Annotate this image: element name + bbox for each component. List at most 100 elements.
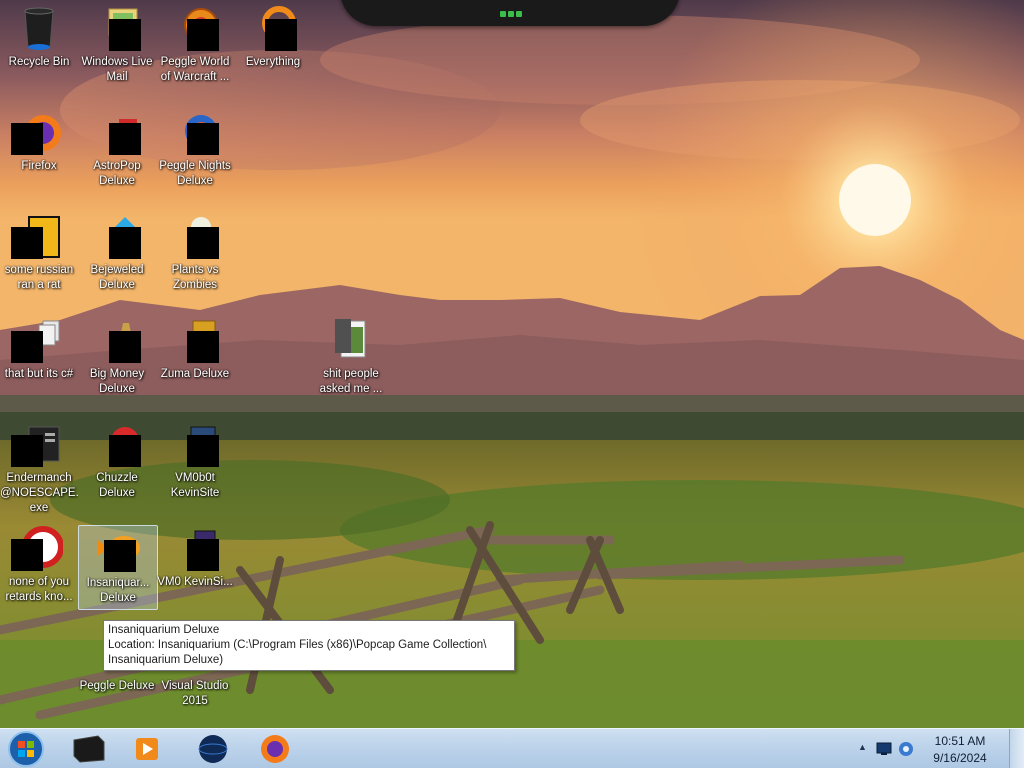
redaction-box: [11, 435, 43, 467]
start-button[interactable]: [6, 730, 46, 768]
desktop-icon-peggle-nights[interactable]: Peggle Nights Deluxe: [156, 109, 234, 189]
desktop-icon-stacked-files[interactable]: that but its c#: [0, 317, 78, 382]
terminal-icon: [73, 735, 105, 763]
redaction-box: [104, 540, 136, 572]
plants-vs-zombies-icon: [171, 213, 219, 261]
desktop-icon-firefox[interactable]: Firefox: [0, 109, 78, 174]
zuma-icon: [171, 317, 219, 365]
taskbar-pinned-media-player[interactable]: [124, 732, 170, 766]
redaction-box: [11, 331, 43, 363]
desktop-icon-label: AstroPop Deluxe: [93, 160, 141, 187]
desktop-icon-label: none of you retards kno...: [5, 576, 73, 603]
clock-date[interactable]: 9/16/2024: [920, 751, 1000, 765]
desktop-icon-label: Peggle World of Warcraft ...: [160, 56, 230, 83]
redaction-box: [11, 123, 43, 155]
vm-shortcut-icon: [171, 421, 219, 469]
script-file-icon: [11, 213, 63, 261]
desktop-gadget-bar[interactable]: [340, 0, 680, 26]
windows-logo-icon: [8, 731, 44, 767]
desktop-icon-script-file[interactable]: some russian ran a rat: [0, 213, 78, 293]
redaction-box: [187, 19, 219, 51]
redaction-box: [187, 435, 219, 467]
desktop-icon-everything[interactable]: Everything: [234, 5, 312, 70]
desktop[interactable]: Recycle Bin Windows Live Mail Peggle Wor…: [0, 0, 1024, 768]
desktop-icon-label: Zuma Deluxe: [160, 368, 230, 380]
desktop-icon-plants-vs-zombies[interactable]: Plants vs Zombies: [156, 213, 234, 293]
desktop-icon-label: some russian ran a rat: [4, 264, 74, 291]
desktop-icon-folder[interactable]: shit people asked me ...: [312, 317, 390, 397]
taskbar-pinned-terminal[interactable]: [66, 732, 112, 766]
desktop-icon-label: Windows Live Mail: [81, 56, 153, 83]
desktop-icon-label: Bejeweled Deluxe: [90, 264, 144, 291]
desktop-icon-bejeweled[interactable]: Bejeweled Deluxe: [78, 213, 156, 293]
tooltip-location-cont: Insaniquarium Deluxe): [108, 654, 224, 666]
taskbar-pinned-firefox[interactable]: [252, 732, 298, 766]
tooltip-location: Location: Insaniquarium (C:\Program File…: [108, 639, 487, 651]
folder-icon: [327, 317, 375, 365]
desktop-icon-vm-shortcut-2[interactable]: VM0 KevinSi...: [156, 525, 234, 590]
network-icon[interactable]: [898, 741, 914, 762]
redaction-box: [265, 19, 297, 51]
redaction-box: [11, 227, 43, 259]
gadget-indicator-icon: [500, 4, 524, 17]
desktop-icon-label: Insaniquar... Deluxe: [86, 577, 150, 604]
redaction-box: [11, 539, 43, 571]
desktop-icon-label: Plants vs Zombies: [171, 264, 219, 291]
desktop-icon-label: Firefox: [21, 160, 57, 172]
tooltip-title: Insaniquarium Deluxe: [108, 624, 220, 636]
vm-shortcut-icon: [171, 525, 219, 573]
desktop-icon-label: Peggle Deluxe: [79, 680, 155, 692]
desktop-icon-label: Recycle Bin: [8, 56, 70, 68]
red-circle-icon: [11, 525, 64, 573]
show-hidden-icons-button[interactable]: ▲: [858, 742, 867, 752]
mail-icon: [93, 5, 141, 53]
desktop-icon-label: Big Money Deluxe: [89, 368, 145, 395]
chuzzle-icon: [93, 421, 141, 469]
desktop-icon-recycle-bin[interactable]: Recycle Bin: [0, 5, 78, 70]
bejeweled-icon: [93, 213, 141, 261]
desktop-icon-peggle-wow[interactable]: Peggle World of Warcraft ...: [156, 5, 234, 85]
taskbar: ▲ 10:51 AM 9/16/2024: [0, 728, 1024, 768]
everything-search-icon: [249, 5, 297, 53]
astropop-icon: [93, 109, 141, 157]
firefox-icon: [11, 109, 63, 157]
big-money-icon: [93, 317, 141, 365]
desktop-icon-zuma[interactable]: Zuma Deluxe: [156, 317, 234, 382]
icon-tooltip: Insaniquarium Deluxe Location: Insaniqua…: [103, 620, 515, 671]
peggle-wow-icon: [171, 5, 219, 53]
desktop-icon-label: Visual Studio 2015: [161, 680, 229, 707]
desktop-icon-label: shit people asked me ...: [319, 368, 383, 395]
redaction-box: [109, 435, 141, 467]
desktop-icon-astropop[interactable]: AstroPop Deluxe: [78, 109, 156, 189]
desktop-icon-label: that but its c#: [4, 368, 74, 380]
monitor-icon[interactable]: [876, 742, 892, 761]
redaction-box: [187, 227, 219, 259]
desktop-icon-label: VM0b0t KevinSite: [170, 472, 220, 499]
desktop-icon-windows-live-mail[interactable]: Windows Live Mail: [78, 5, 156, 85]
desktop-icon-vm-shortcut[interactable]: VM0b0t KevinSite: [156, 421, 234, 501]
redaction-box: [187, 539, 219, 571]
desktop-icon-label: Endermanch @NOESCAPE. exe: [0, 472, 78, 514]
recycle-bin-icon: [15, 5, 63, 53]
insaniquarium-fish-icon: [94, 526, 142, 574]
desktop-icon-label: VM0 KevinSi...: [157, 576, 233, 588]
desktop-icon-executable[interactable]: Endermanch @NOESCAPE. exe: [0, 421, 78, 516]
redaction-box: [187, 331, 219, 363]
taskbar-pinned-globe[interactable]: [190, 732, 236, 766]
desktop-icon-big-money[interactable]: Big Money Deluxe: [78, 317, 156, 397]
desktop-icon-red-circle[interactable]: none of you retards kno...: [0, 525, 78, 605]
clock-time[interactable]: 10:51 AM: [920, 734, 1000, 748]
redaction-box: [187, 123, 219, 155]
stacked-files-icon: [11, 317, 63, 365]
media-player-icon: [136, 738, 158, 760]
system-tray: ▲ 10:51 AM 9/16/2024: [854, 729, 1024, 768]
redaction-box: [109, 123, 141, 155]
desktop-icon-label: Everything: [245, 56, 301, 68]
redaction-box: [109, 331, 141, 363]
desktop-icon-chuzzle[interactable]: Chuzzle Deluxe: [78, 421, 156, 501]
globe-icon: [198, 735, 228, 763]
show-desktop-button[interactable]: [1009, 729, 1024, 768]
peggle-nights-icon: [171, 109, 219, 157]
desktop-icon-insaniquarium[interactable]: Insaniquar... Deluxe: [78, 525, 158, 610]
redaction-box: [109, 19, 141, 51]
